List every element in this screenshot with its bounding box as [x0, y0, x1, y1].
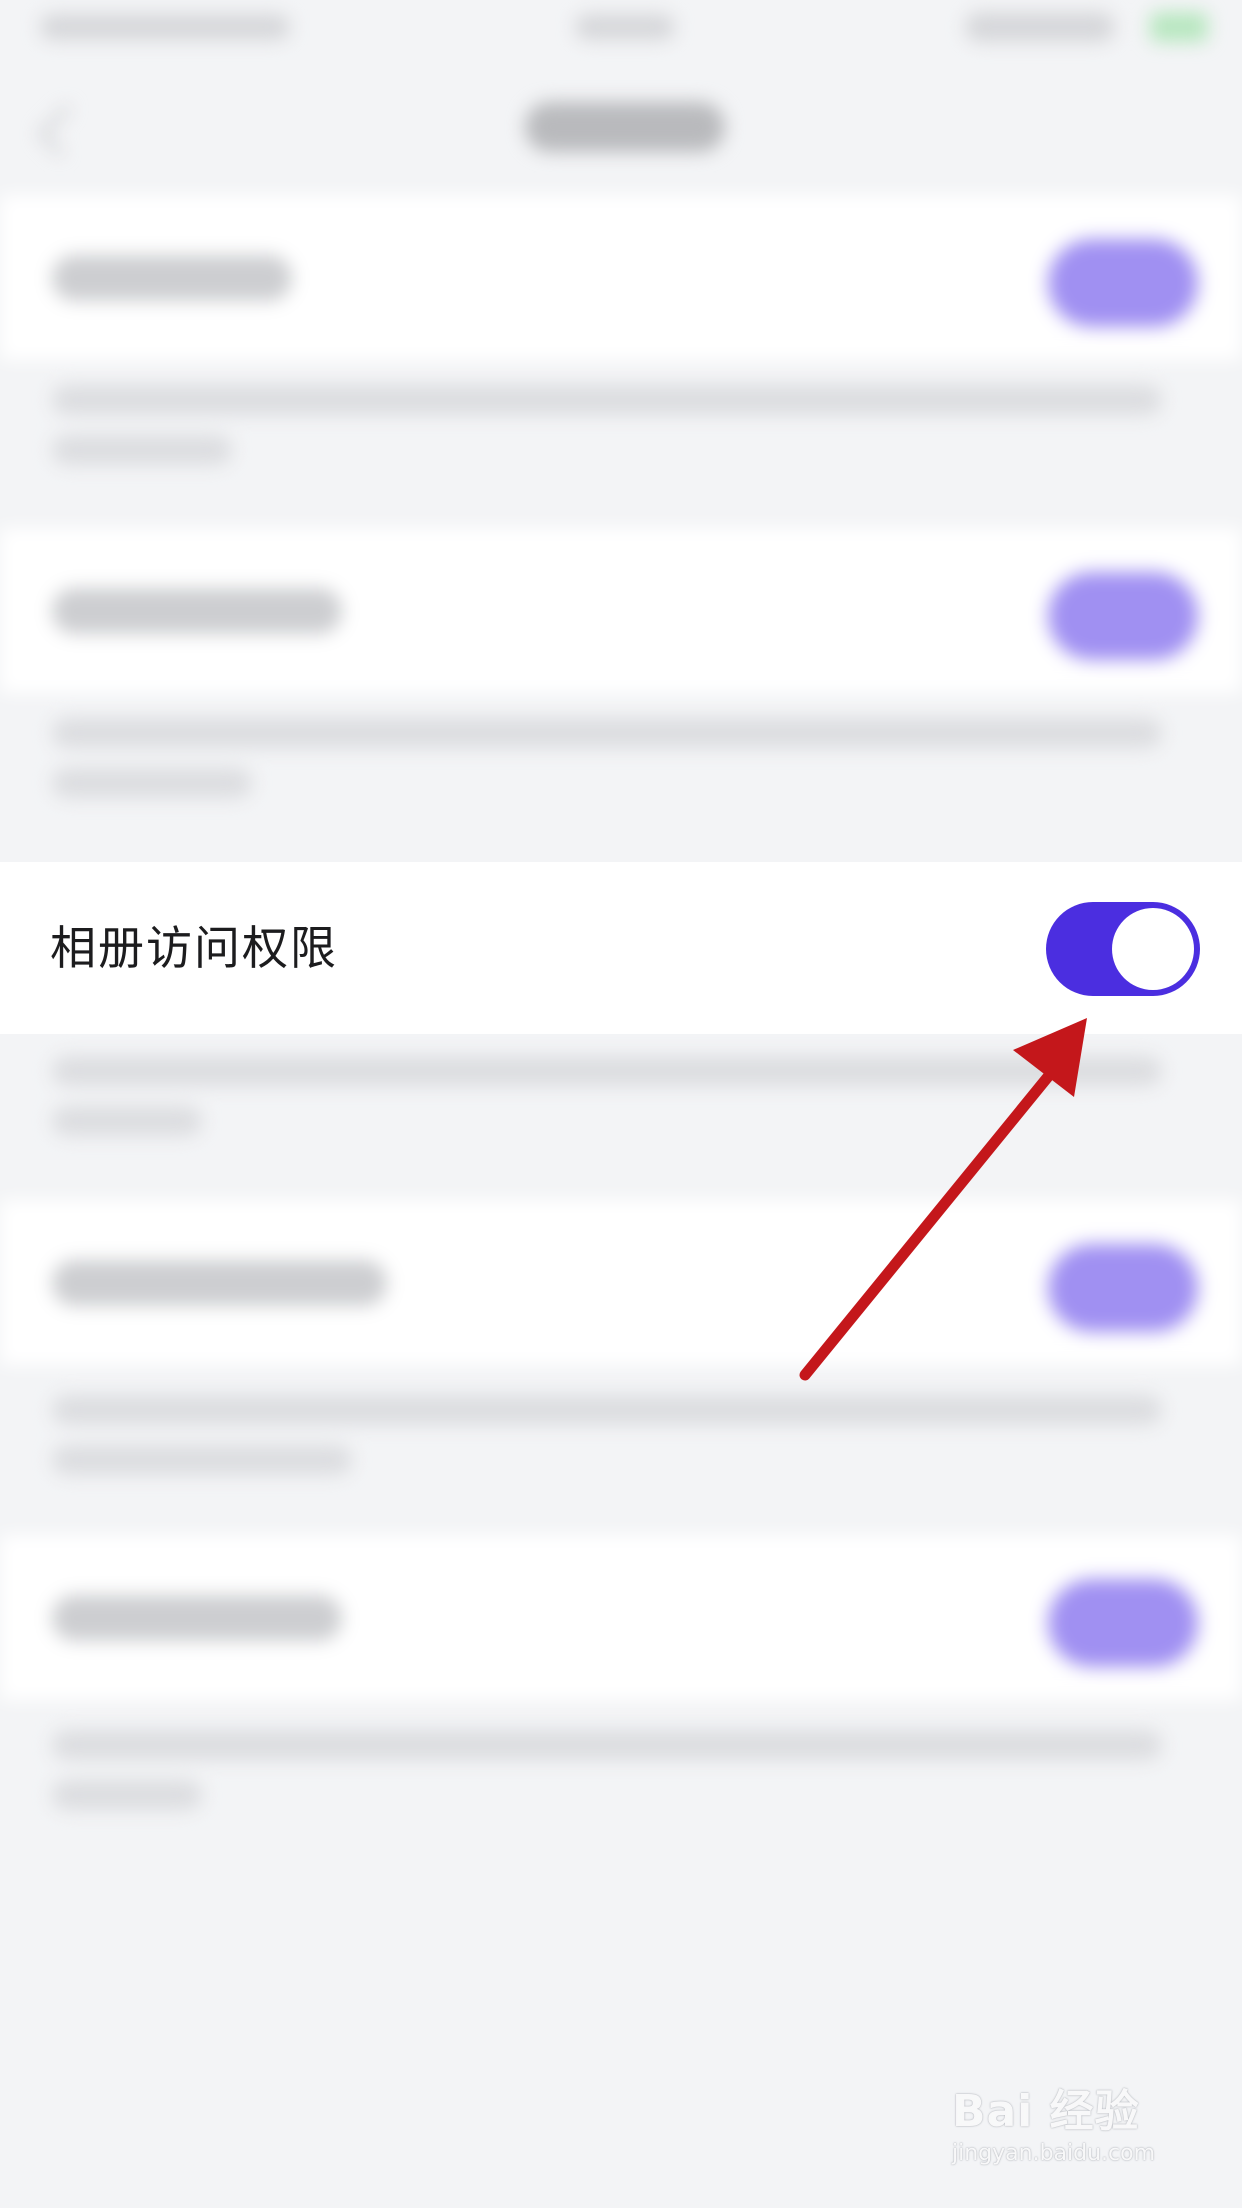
baidu-jingyan-watermark: Bai 经验 jingyan.baidu.com	[952, 2075, 1155, 2166]
watermark-url: jingyan.baidu.com	[952, 2141, 1156, 2166]
watermark-logo: Bai 经验	[952, 2086, 1140, 2137]
annotation-arrow-icon	[799, 1018, 1087, 1381]
